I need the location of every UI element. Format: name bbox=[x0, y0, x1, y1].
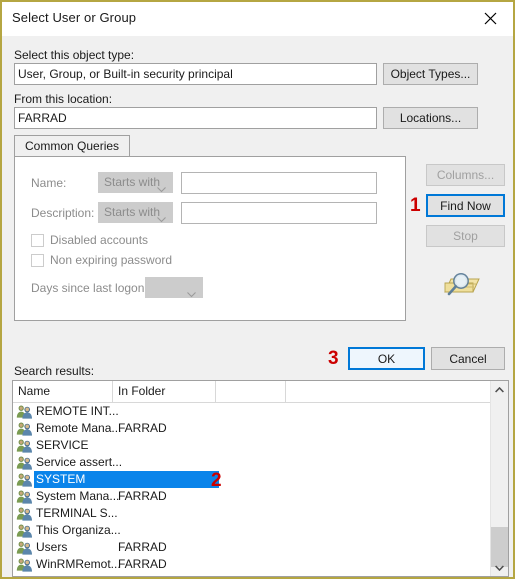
annotation-step-3: 3 bbox=[328, 348, 339, 369]
annotation-step-1: 1 bbox=[410, 195, 421, 216]
select-user-or-group-dialog: Select User or Group Select this object … bbox=[0, 0, 515, 579]
user-group-icon bbox=[16, 421, 33, 436]
list-column-headers: Name In Folder bbox=[13, 381, 508, 403]
description-operator-combo[interactable]: Starts with bbox=[98, 202, 173, 223]
row-name: Users bbox=[36, 540, 68, 554]
column-header-extra[interactable] bbox=[216, 381, 286, 402]
disabled-accounts-checkbox[interactable] bbox=[31, 234, 44, 247]
user-group-icon bbox=[16, 557, 33, 572]
close-icon bbox=[484, 12, 497, 25]
row-name: SYSTEM bbox=[36, 472, 86, 486]
description-label: Description: bbox=[31, 206, 95, 220]
object-type-label: Select this object type: bbox=[14, 48, 135, 62]
name-label: Name: bbox=[31, 176, 67, 190]
description-value-input[interactable] bbox=[181, 202, 377, 224]
table-row[interactable]: REMOTE INT... bbox=[13, 403, 508, 420]
row-in-folder: FARRAD bbox=[118, 421, 167, 435]
row-in-folder: FARRAD bbox=[118, 489, 167, 503]
tab-strip: Common Queries bbox=[14, 135, 406, 157]
list-scrollbar[interactable] bbox=[490, 381, 508, 576]
table-row[interactable]: TERMINAL S... bbox=[13, 505, 508, 522]
description-operator-value: Starts with bbox=[104, 205, 161, 219]
table-row[interactable]: SYSTEM bbox=[13, 471, 508, 488]
search-results-label: Search results: bbox=[14, 364, 95, 378]
name-value-input[interactable] bbox=[181, 172, 377, 194]
row-in-folder: FARRAD bbox=[118, 540, 167, 554]
tab-common-queries[interactable]: Common Queries bbox=[14, 135, 131, 157]
table-row[interactable]: Remote Mana... FARRAD bbox=[13, 420, 508, 437]
days-since-logon-label: Days since last logon: bbox=[31, 281, 148, 295]
non-expiring-password-checkbox[interactable] bbox=[31, 254, 44, 267]
table-row[interactable]: This Organiza... bbox=[13, 522, 508, 539]
object-types-button[interactable]: Object Types... bbox=[383, 63, 478, 85]
list-rows: REMOTE INT... Remote Mana... FARRAD SERVICE… bbox=[13, 403, 508, 573]
user-group-icon bbox=[16, 540, 33, 555]
ok-button[interactable]: OK bbox=[348, 347, 425, 370]
disabled-accounts-label: Disabled accounts bbox=[50, 233, 149, 247]
user-group-icon bbox=[16, 438, 33, 453]
locations-button[interactable]: Locations... bbox=[383, 107, 478, 129]
table-row[interactable]: SERVICE bbox=[13, 437, 508, 454]
table-row[interactable]: WinRMRemot... FARRAD bbox=[13, 556, 508, 573]
user-group-icon bbox=[16, 489, 33, 504]
cancel-button[interactable]: Cancel bbox=[431, 347, 505, 370]
row-name: System Mana... bbox=[36, 489, 120, 503]
stop-button[interactable]: Stop bbox=[426, 225, 505, 247]
row-name: SERVICE bbox=[36, 438, 89, 452]
location-label: From this location: bbox=[14, 92, 113, 106]
object-type-input[interactable] bbox=[14, 63, 377, 85]
row-name: Service assert... bbox=[36, 455, 123, 469]
row-name: WinRMRemot... bbox=[36, 557, 121, 571]
window-title: Select User or Group bbox=[12, 10, 137, 25]
row-name: Remote Mana... bbox=[36, 421, 122, 435]
table-row[interactable]: Users FARRAD bbox=[13, 539, 508, 556]
row-name: TERMINAL S... bbox=[36, 506, 118, 520]
column-header-name[interactable]: Name bbox=[13, 381, 113, 402]
scroll-up-arrow-icon[interactable] bbox=[491, 381, 508, 398]
days-since-logon-combo[interactable] bbox=[145, 277, 203, 298]
close-button[interactable] bbox=[468, 2, 513, 34]
user-group-icon bbox=[16, 472, 33, 487]
user-group-icon bbox=[16, 455, 33, 470]
user-group-icon bbox=[16, 404, 33, 419]
row-name: REMOTE INT... bbox=[36, 404, 119, 418]
annotation-step-2: 2 bbox=[211, 470, 222, 491]
chevron-down-icon bbox=[157, 210, 166, 229]
column-header-in-folder[interactable]: In Folder bbox=[113, 381, 216, 402]
columns-button[interactable]: Columns... bbox=[426, 164, 505, 186]
row-name: This Organiza... bbox=[36, 523, 121, 537]
chevron-down-icon bbox=[157, 180, 166, 199]
title-bar: Select User or Group bbox=[2, 2, 513, 36]
common-queries-panel: Name: Starts with Description: Starts wi… bbox=[14, 156, 406, 321]
row-in-folder: FARRAD bbox=[118, 557, 167, 571]
name-operator-value: Starts with bbox=[104, 175, 161, 189]
location-input[interactable] bbox=[14, 107, 377, 129]
magnifier-folder-icon bbox=[442, 270, 482, 302]
find-now-button[interactable]: Find Now bbox=[426, 194, 505, 217]
table-row[interactable]: Service assert... bbox=[13, 454, 508, 471]
chevron-down-icon bbox=[187, 285, 196, 304]
name-operator-combo[interactable]: Starts with bbox=[98, 172, 173, 193]
user-group-icon bbox=[16, 523, 33, 538]
search-results-list[interactable]: Name In Folder REMOTE INT... Remote Mana.… bbox=[12, 380, 509, 577]
user-group-icon bbox=[16, 506, 33, 521]
non-expiring-password-label: Non expiring password bbox=[50, 253, 173, 267]
scroll-down-arrow-icon[interactable] bbox=[491, 559, 508, 576]
table-row[interactable]: System Mana... FARRAD bbox=[13, 488, 508, 505]
